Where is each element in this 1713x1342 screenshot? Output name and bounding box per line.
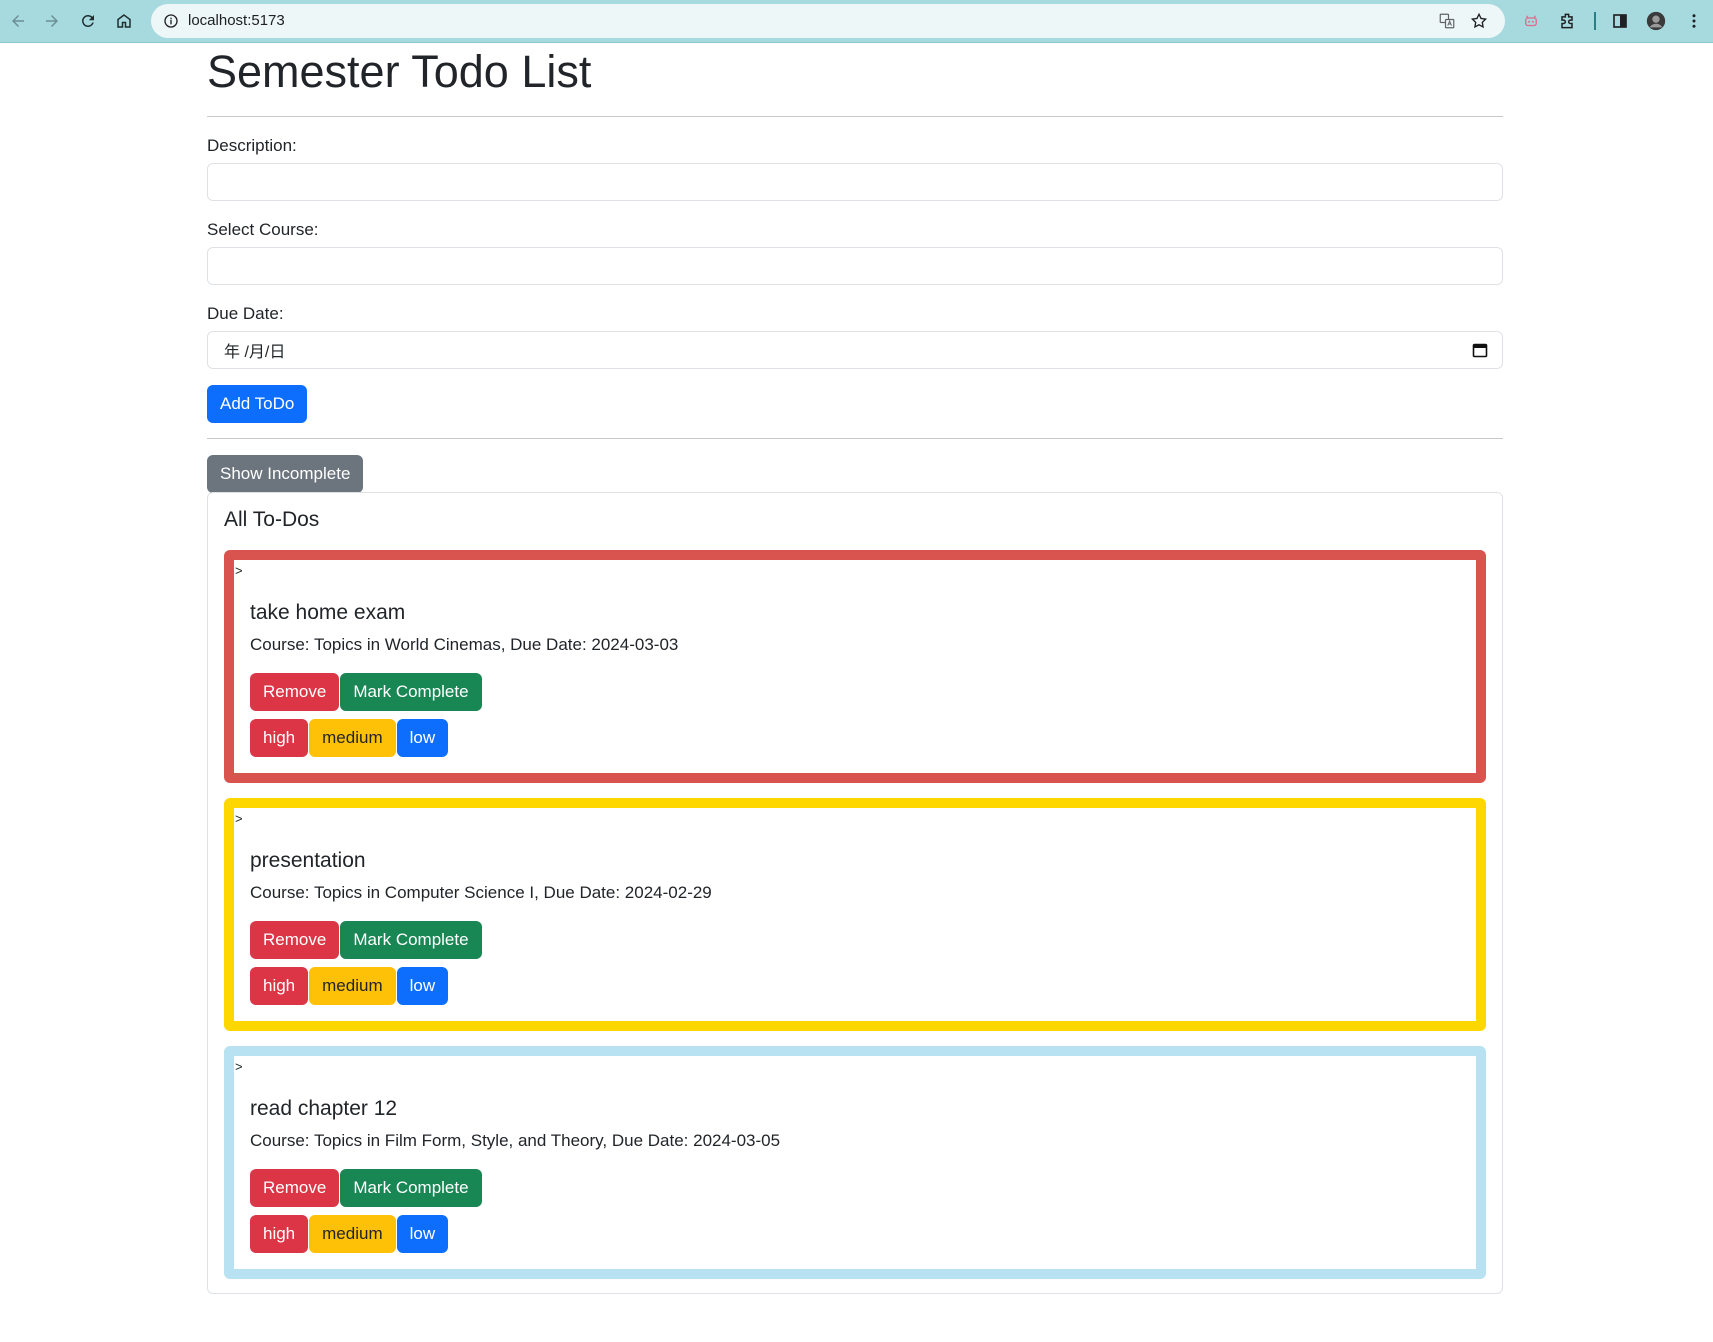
todo-list-card: All To-Dos > take home exam Course: Topi… (207, 492, 1503, 1294)
todo-list-title: All To-Dos (224, 508, 320, 531)
bookmark-star-icon[interactable] (1467, 9, 1491, 33)
todo-course-due: Course: Topics in Computer Science I, Du… (250, 883, 712, 902)
todo-actions: Remove Mark Complete (250, 1169, 482, 1207)
reload-button[interactable] (74, 7, 102, 35)
todo-actions: Remove Mark Complete (250, 673, 482, 711)
priority-medium-button[interactable]: medium (309, 719, 396, 757)
todo-title: read chapter 12 (250, 1097, 398, 1120)
priority-buttons: high medium low (250, 1215, 449, 1253)
priority-low-button[interactable]: low (396, 1215, 449, 1253)
todo-item: > take home exam Course: Topics in World… (224, 550, 1486, 783)
page-title: Semester Todo List (207, 46, 592, 97)
form-divider (207, 438, 1503, 439)
todo-title: take home exam (250, 601, 406, 624)
reload-icon (82, 14, 94, 27)
todo-title: presentation (250, 849, 366, 872)
priority-medium-button[interactable]: medium (309, 967, 396, 1005)
extension-bot-icon[interactable] (1517, 7, 1545, 35)
url-text: localhost:5173 (188, 12, 285, 29)
site-info-icon[interactable] (159, 9, 183, 33)
show-incomplete-button[interactable]: Show Incomplete (207, 455, 364, 493)
mark-complete-button[interactable]: Mark Complete (340, 1169, 482, 1207)
forward-button[interactable] (38, 7, 66, 35)
add-todo-button[interactable]: Add ToDo (207, 385, 308, 423)
expand-arrow[interactable]: > (235, 1060, 243, 1074)
priority-high-button[interactable]: high (250, 967, 309, 1005)
remove-button[interactable]: Remove (250, 921, 340, 959)
page-content: Semester Todo List Description: Select C… (207, 43, 1503, 1294)
due-date-label: Due Date: (207, 304, 284, 323)
back-button[interactable] (4, 7, 32, 35)
expand-arrow[interactable]: > (235, 812, 243, 826)
todo-item: > read chapter 12 Course: Topics in Film… (224, 1046, 1486, 1279)
browser-toolbar: localhost:5173 (0, 0, 1713, 43)
remove-button[interactable]: Remove (250, 673, 340, 711)
todo-course-due: Course: Topics in World Cinemas, Due Dat… (250, 635, 679, 654)
browser-menu-icon[interactable] (1680, 7, 1708, 35)
home-button[interactable] (110, 7, 138, 35)
expand-arrow[interactable]: > (235, 564, 243, 578)
translate-icon[interactable] (1435, 9, 1459, 33)
due-date-input[interactable]: 年 /月/日 (207, 331, 1503, 369)
course-label: Select Course: (207, 220, 319, 239)
mark-complete-button[interactable]: Mark Complete (340, 673, 482, 711)
arrow-right-icon (46, 15, 58, 27)
home-icon (117, 14, 131, 28)
priority-medium-button[interactable]: medium (309, 1215, 396, 1253)
course-input[interactable] (207, 247, 1503, 285)
priority-buttons: high medium low (250, 967, 449, 1005)
todo-form: Description: Select Course: Due Date: 年 … (207, 135, 1503, 423)
priority-low-button[interactable]: low (396, 967, 449, 1005)
top-divider (207, 116, 1503, 117)
due-date-placeholder: 年 /月/日 (224, 344, 286, 361)
todo-actions: Remove Mark Complete (250, 921, 482, 959)
mark-complete-button[interactable]: Mark Complete (340, 921, 482, 959)
address-bar[interactable]: localhost:5173 (151, 4, 1505, 38)
priority-high-button[interactable]: high (250, 719, 309, 757)
remove-button[interactable]: Remove (250, 1169, 340, 1207)
priority-high-button[interactable]: high (250, 1215, 309, 1253)
description-input[interactable] (207, 163, 1503, 201)
todo-course-due: Course: Topics in Film Form, Style, and … (250, 1131, 781, 1150)
priority-low-button[interactable]: low (396, 719, 449, 757)
profile-avatar-icon[interactable] (1642, 7, 1670, 35)
priority-buttons: high medium low (250, 719, 449, 757)
todo-item: > presentation Course: Topics in Compute… (224, 798, 1486, 1031)
toolbar-divider (1594, 12, 1596, 30)
calendar-icon[interactable] (1472, 342, 1488, 358)
arrow-left-icon (12, 15, 24, 27)
side-panel-icon[interactable] (1606, 7, 1634, 35)
description-label: Description: (207, 136, 297, 155)
extensions-puzzle-icon[interactable] (1553, 7, 1581, 35)
